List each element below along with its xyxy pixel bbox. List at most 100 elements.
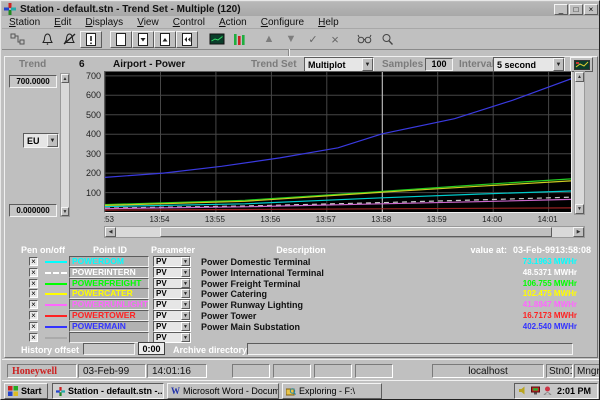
pen-checkbox[interactable]: ×: [29, 333, 38, 342]
parameter-value: PV: [154, 333, 181, 342]
y-min-field[interactable]: 0.000000: [9, 204, 57, 217]
raise-icon[interactable]: ▲: [258, 31, 280, 48]
scroll-down-icon[interactable]: ▼: [575, 204, 584, 214]
display-icon[interactable]: [206, 31, 228, 48]
menu-edit[interactable]: Edit: [47, 17, 78, 28]
x-tick-label: 13:57: [310, 215, 342, 224]
parameter-dropdown[interactable]: PV▼: [153, 321, 191, 332]
maximize-button[interactable]: □: [569, 4, 583, 15]
alarm-bell-icon[interactable]: [36, 31, 58, 48]
archive-directory-field[interactable]: [247, 343, 573, 355]
task-explorer[interactable]: Exploring - F:\: [282, 383, 382, 399]
y-tick-label: 500: [86, 110, 101, 120]
parameter-dropdown[interactable]: PV▼: [153, 288, 191, 299]
cancel-icon[interactable]: ×: [324, 31, 346, 48]
interval-dropdown[interactable]: 5 second ▼: [493, 57, 565, 72]
task-station[interactable]: Station - default.stn -...: [52, 383, 164, 399]
minimize-button[interactable]: _: [554, 4, 568, 15]
status-empty-cell: [273, 364, 311, 378]
parameter-dropdown[interactable]: PV▼: [153, 256, 191, 267]
history-offset-field[interactable]: [83, 343, 135, 355]
page-down-icon[interactable]: [132, 31, 154, 48]
trend-options-button[interactable]: [570, 57, 593, 72]
point-id-field[interactable]: POWERCATER: [69, 288, 149, 299]
chevron-down-icon[interactable]: ▼: [181, 289, 190, 298]
point-id-field[interactable]: POWERMAIN: [69, 321, 149, 332]
chevron-down-icon[interactable]: ▼: [362, 58, 373, 71]
scroll-up-icon[interactable]: ▲: [61, 74, 69, 83]
pen-checkbox[interactable]: ×: [29, 257, 38, 266]
scroll-left-icon[interactable]: ◀: [105, 227, 116, 237]
display-tray-icon[interactable]: [531, 386, 540, 397]
point-id-field[interactable]: [69, 332, 149, 343]
chevron-down-icon[interactable]: ▼: [181, 268, 190, 277]
chevron-down-icon[interactable]: ▼: [181, 333, 190, 342]
chevron-down-icon[interactable]: ▼: [181, 257, 190, 266]
lower-icon[interactable]: ▼: [280, 31, 302, 48]
y-zoom-scrollbar[interactable]: ▲ ▼: [60, 73, 70, 217]
parameter-dropdown[interactable]: PV▼: [153, 332, 191, 343]
trend-set-value: Multiplot: [305, 60, 362, 70]
pen-checkbox[interactable]: ×: [29, 268, 38, 277]
chevron-down-icon[interactable]: ▼: [47, 134, 58, 147]
accept-icon[interactable]: ✓: [302, 31, 324, 48]
menu-configure[interactable]: Configure: [254, 17, 311, 28]
start-button[interactable]: Start: [4, 383, 48, 399]
page-recall-icon[interactable]: [176, 31, 198, 48]
chevron-down-icon[interactable]: ▼: [181, 322, 190, 331]
header-value-time: 13:58:08: [555, 245, 591, 255]
point-id-field[interactable]: POWERTOWER: [69, 310, 149, 321]
alarm-silence-icon[interactable]: [58, 31, 80, 48]
menu-displays[interactable]: Displays: [78, 17, 130, 28]
point-id-field[interactable]: POWERINTERN: [69, 267, 149, 278]
chevron-down-icon[interactable]: ▼: [181, 279, 190, 288]
task-word[interactable]: W Microsoft Word - Document5: [167, 383, 279, 399]
chevron-down-icon[interactable]: ▼: [181, 311, 190, 320]
station-connect-icon[interactable]: [6, 31, 28, 48]
status-empty-cell: [232, 364, 270, 378]
agent-tray-icon[interactable]: [543, 386, 552, 397]
unit-dropdown[interactable]: EU ▼: [23, 133, 59, 148]
plot-vertical-scrollbar[interactable]: ▲ ▼: [574, 71, 585, 215]
parameter-dropdown[interactable]: PV▼: [153, 310, 191, 321]
parameter-dropdown[interactable]: PV▼: [153, 267, 191, 278]
glasses-icon[interactable]: [354, 31, 376, 48]
close-button[interactable]: ×: [584, 4, 598, 15]
pen-checkbox[interactable]: ×: [29, 300, 38, 309]
menu-action[interactable]: Action: [212, 17, 254, 28]
x-tick-label: 13:53: [104, 215, 120, 224]
parameter-dropdown[interactable]: PV▼: [153, 278, 191, 289]
point-id-field[interactable]: POWERFREIGHT: [69, 278, 149, 289]
x-axis-labels: 13:5313:5413:5513:5613:5713:5813:5914:00…: [104, 215, 572, 225]
zoom-icon[interactable]: [376, 31, 398, 48]
plot-horizontal-scrollbar[interactable]: ◀ ▶: [104, 226, 585, 238]
scroll-up-icon[interactable]: ▲: [575, 72, 584, 82]
menu-help[interactable]: Help: [311, 17, 346, 28]
point-id-field[interactable]: POWERRUNLIGHT: [69, 299, 149, 310]
trend-pens-icon[interactable]: [228, 31, 250, 48]
pen-checkbox[interactable]: ×: [29, 322, 38, 331]
pen-checkbox[interactable]: ×: [29, 289, 38, 298]
parameter-dropdown[interactable]: PV▼: [153, 299, 191, 310]
chevron-down-icon[interactable]: ▼: [181, 300, 190, 309]
scrollbar-thumb[interactable]: [160, 227, 552, 237]
page-up-icon[interactable]: [154, 31, 176, 48]
page-icon[interactable]: [110, 31, 132, 48]
alarm-page-icon[interactable]: [80, 31, 102, 48]
pen-checkbox[interactable]: ×: [29, 279, 38, 288]
y-max-field[interactable]: 700.0000: [9, 75, 57, 88]
scroll-right-icon[interactable]: ▶: [573, 227, 584, 237]
chevron-down-icon[interactable]: ▼: [553, 58, 564, 71]
scroll-down-icon[interactable]: ▼: [61, 207, 69, 216]
windows-logo-icon: [8, 386, 18, 396]
point-id-field[interactable]: POWERDOM: [69, 256, 149, 267]
menu-control[interactable]: Control: [166, 17, 212, 28]
pen-checkbox[interactable]: ×: [29, 311, 38, 320]
volume-icon[interactable]: [519, 386, 528, 397]
trend-plot-area[interactable]: [104, 71, 572, 213]
trend-set-dropdown[interactable]: Multiplot ▼: [304, 57, 374, 72]
menu-view[interactable]: View: [130, 17, 166, 28]
interval-value: 5 second: [494, 60, 553, 70]
samples-field[interactable]: 100: [425, 58, 453, 71]
menu-station[interactable]: Station: [2, 17, 47, 28]
